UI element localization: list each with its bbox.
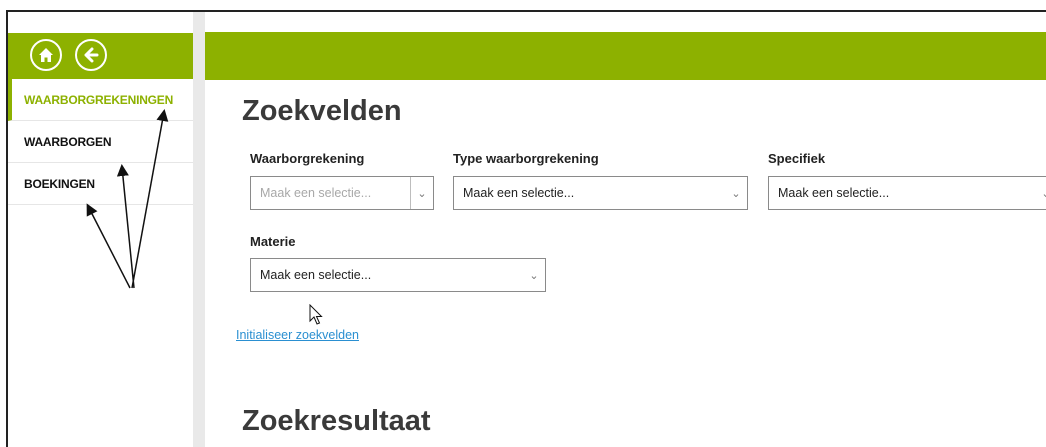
annotation-arrow: [131, 109, 169, 289]
annotation-arrow: [116, 164, 135, 289]
annotation-arrow: [86, 203, 131, 289]
annotation-arrows: [86, 109, 169, 289]
